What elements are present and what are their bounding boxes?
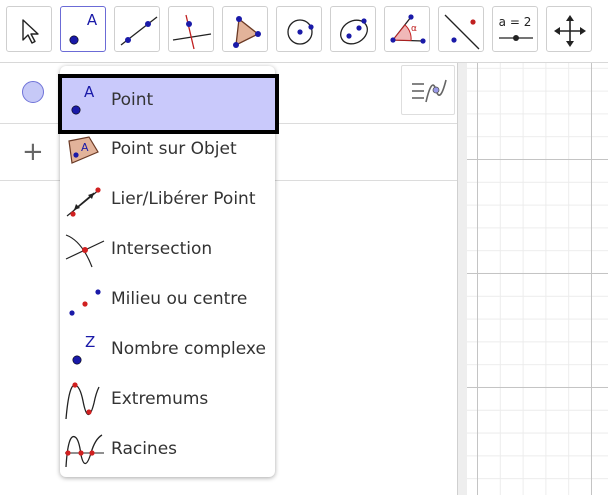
complex-letter: Z xyxy=(85,333,95,351)
point-on-object-letter: A xyxy=(81,141,89,154)
perpendicular-line-icon xyxy=(172,14,212,50)
move-arrows-icon xyxy=(554,15,586,47)
style-bar-icon xyxy=(412,79,447,103)
graphics-view-grid[interactable] xyxy=(467,63,608,495)
slider-icon xyxy=(499,35,533,41)
complex-number-icon: Z xyxy=(72,333,95,365)
cursor-arrow-icon xyxy=(22,19,39,44)
slider-tool-button[interactable]: a = 2 xyxy=(492,6,538,52)
menu-item-label: Lier/Libérer Point xyxy=(111,189,256,209)
menu-item-extremum[interactable]: Extremums xyxy=(60,374,275,424)
menu-item-label: Intersection xyxy=(111,239,213,259)
line-tool-button[interactable] xyxy=(114,6,160,52)
add-item-plus-icon[interactable]: + xyxy=(22,139,44,165)
style-bar-toggle-button[interactable] xyxy=(401,65,455,115)
menu-item-label: Racines xyxy=(111,439,178,459)
menu-item-complex-number[interactable]: Z Nombre complexe xyxy=(60,324,275,374)
reflect-tool-button[interactable] xyxy=(438,6,484,52)
point-icon: A xyxy=(71,83,95,115)
angle-alpha-label: α xyxy=(411,24,417,34)
menu-item-midpoint[interactable]: Milieu ou centre xyxy=(60,274,275,324)
move-tool-button[interactable] xyxy=(6,6,52,52)
menu-item-roots[interactable]: Racines xyxy=(60,424,275,474)
intersection-icon xyxy=(65,234,105,268)
circle-center-point-icon xyxy=(287,19,314,45)
roots-icon xyxy=(65,434,104,468)
attach-detach-point-icon xyxy=(66,187,101,217)
polygon-icon xyxy=(233,16,261,48)
menu-item-attach-detach-point[interactable]: Lier/Libérer Point xyxy=(60,174,275,224)
reflect-line-icon xyxy=(444,14,480,50)
menu-item-point-on-object[interactable]: A Point sur Objet xyxy=(60,124,275,174)
line-icon xyxy=(120,16,158,46)
point-tool-letter: A xyxy=(86,11,98,29)
object-visibility-icon[interactable] xyxy=(22,81,44,103)
extremum-icon xyxy=(65,382,100,419)
panel-divider[interactable] xyxy=(457,63,467,495)
point-tool-button[interactable]: A xyxy=(60,6,106,52)
angle-tool-button[interactable]: α xyxy=(384,6,430,52)
menu-item-intersection[interactable]: Intersection xyxy=(60,224,275,274)
ellipse-icon xyxy=(340,18,368,45)
menu-item-label: Point sur Objet xyxy=(111,139,237,159)
menu-item-label: Point xyxy=(111,90,154,110)
perpendicular-line-tool-button[interactable] xyxy=(168,6,214,52)
menu-item-label: Nombre complexe xyxy=(111,339,266,359)
move-graphics-tool-button[interactable] xyxy=(546,6,592,52)
ellipse-tool-button[interactable] xyxy=(330,6,376,52)
point-letter: A xyxy=(84,83,95,101)
midpoint-icon xyxy=(69,289,101,316)
polygon-tool-button[interactable] xyxy=(222,6,268,52)
point-tools-menu: A Point A Point sur Objet Lier/Libérer P… xyxy=(58,66,279,477)
point-on-object-icon: A xyxy=(68,136,99,164)
menu-item-label: Milieu ou centre xyxy=(111,289,248,309)
circle-tool-button[interactable] xyxy=(276,6,322,52)
menu-item-label: Extremums xyxy=(111,389,209,409)
toolbar: A α a = 2 xyxy=(0,0,608,63)
